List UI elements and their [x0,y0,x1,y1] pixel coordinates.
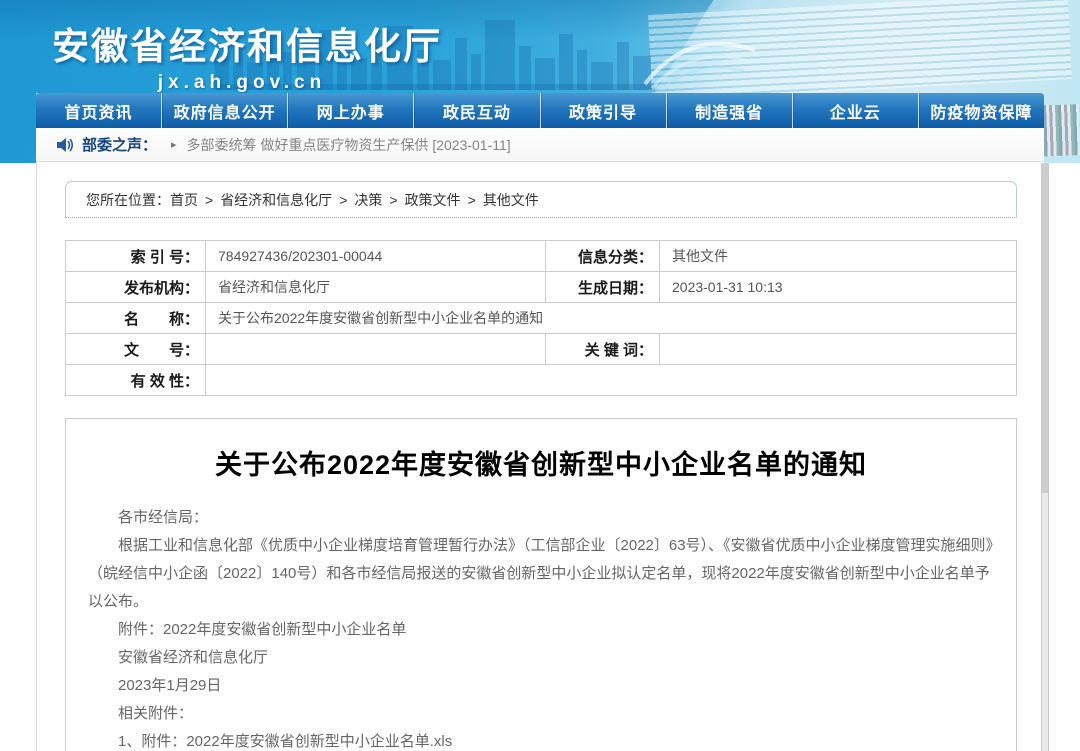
site-title: 安徽省经济和信息化厅 [52,16,432,70]
breadcrumb-item-home[interactable]: 首页 [170,190,198,210]
scrollbar-thumb[interactable] [1042,163,1048,493]
nav-item-home-news[interactable]: 首页资讯 [36,93,161,128]
nav-item-manufacturing[interactable]: 制造强省 [666,93,792,128]
article-container: 关于公布2022年度安徽省创新型中小企业名单的通知 各市经信局： 根据工业和信息… [65,418,1017,751]
nav-item-enterprise-cloud[interactable]: 企业云 [792,93,918,128]
table-row: 有 效 性： [66,365,1017,396]
article-body: 各市经信局： 根据工业和信息化部《优质中小企业梯度培育管理暂行办法》（工信部企业… [88,504,994,751]
breadcrumb-separator: > [339,192,347,208]
doc-name-label: 名 称： [66,303,206,334]
breadcrumb-item-other-docs[interactable]: 其他文件 [483,190,539,210]
table-row: 发布机构： 省经济和信息化厅 生成日期： 2023-01-31 10:13 [66,272,1017,303]
speaker-icon [56,137,74,153]
table-row: 名 称： 关于公布2022年度安徽省创新型中小企业名单的通知 [66,303,1017,334]
nav-item-online-services[interactable]: 网上办事 [287,93,413,128]
issuing-agency-value: 省经济和信息化厅 [206,272,546,303]
breadcrumb-item-policy-docs[interactable]: 政策文件 [405,190,461,210]
article-paragraph: 2023年1月29日 [88,672,994,700]
breadcrumb-separator: > [468,192,476,208]
article-paragraph: 安徽省经济和信息化厅 [88,644,994,672]
breadcrumb: 您所在位置： 首页 > 省经济和信息化厅 > 决策 > 政策文件 > 其他文件 [65,181,1017,218]
issuing-agency-label: 发布机构： [66,272,206,303]
news-ticker: 部委之声： ▸ 多部委统筹 做好重点医疗物资生产保供 [2023-01-11] [36,128,1044,162]
stadium-swoosh-art [640,22,760,92]
doc-number-value [206,334,546,365]
attachment-xls-link[interactable]: 1、附件：2022年度安徽省创新型中小企业名单.xls [88,728,994,751]
breadcrumb-separator: > [389,192,397,208]
ticker-section-label: 部委之声： [82,134,157,155]
info-category-value: 其他文件 [660,241,1017,272]
doc-number-label: 文 号： [66,334,206,365]
main-nav: 首页资讯 政府信息公开 网上办事 政民互动 政策引导 制造强省 企业云 防疫物资… [36,93,1044,128]
article-paragraph: 相关附件： [88,700,994,728]
validity-value [206,365,1017,396]
breadcrumb-item-department[interactable]: 省经济和信息化厅 [220,190,332,210]
info-category-label: 信息分类： [546,241,660,272]
article-paragraph: 根据工业和信息化部《优质中小企业梯度培育管理暂行办法》（工信部企业〔2022〕6… [88,532,994,616]
document-meta-table: 索 引 号： 784927436/202301-00044 信息分类： 其他文件… [65,240,1017,396]
page: 安徽省经济和信息化厅 jx.ah.gov.cn 首页资讯 政府信息公开 网上办事… [0,0,1080,751]
site-logo: 安徽省经济和信息化厅 jx.ah.gov.cn [52,16,432,94]
issue-date-value: 2023-01-31 10:13 [660,272,1017,303]
article-paragraph: 附件：2022年度安徽省创新型中小企业名单 [88,616,994,644]
issue-date-label: 生成日期： [546,272,660,303]
table-row: 索 引 号： 784927436/202301-00044 信息分类： 其他文件 [66,241,1017,272]
article-title: 关于公布2022年度安徽省创新型中小企业名单的通知 [88,443,994,482]
breadcrumb-label: 您所在位置： [86,190,170,210]
nav-item-gov-info[interactable]: 政府信息公开 [161,93,287,128]
keywords-value [660,334,1017,365]
vertical-scrollbar[interactable] [1041,163,1049,751]
site-url: jx.ah.gov.cn [52,72,432,94]
nav-item-public-interaction[interactable]: 政民互动 [413,93,539,128]
article-paragraph: 各市经信局： [88,504,994,532]
validity-label: 有 效 性： [66,365,206,396]
nav-item-policy-guidance[interactable]: 政策引导 [540,93,666,128]
table-row: 文 号： 关 键 词： [66,334,1017,365]
breadcrumb-separator: > [205,192,213,208]
index-number-label: 索 引 号： [66,241,206,272]
keywords-label: 关 键 词： [546,334,660,365]
ticker-news-link[interactable]: 多部委统筹 做好重点医疗物资生产保供 [2023-01-11] [187,135,511,155]
doc-name-value: 关于公布2022年度安徽省创新型中小企业名单的通知 [206,303,1017,334]
ticker-arrow-icon: ▸ [171,138,177,151]
index-number-value: 784927436/202301-00044 [206,241,546,272]
nav-item-epidemic-supplies[interactable]: 防疫物资保障 [918,93,1044,128]
breadcrumb-item-decision[interactable]: 决策 [354,190,382,210]
